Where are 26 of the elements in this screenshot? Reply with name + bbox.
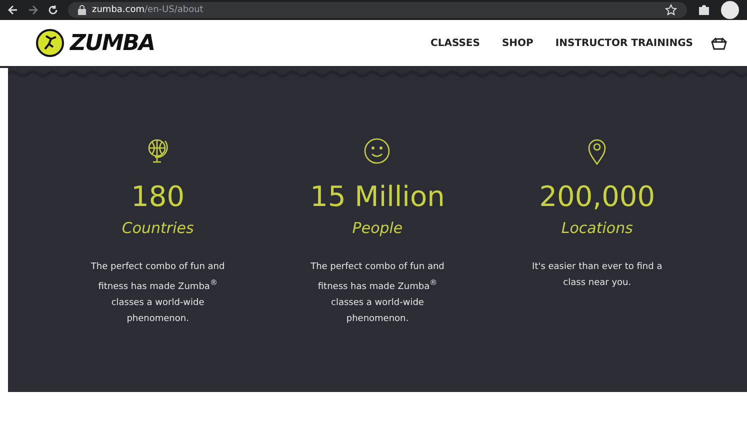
forward-arrow-icon[interactable] [28,5,38,15]
stat-label: Countries [122,219,194,237]
nav-link[interactable]: SHOP [502,38,534,48]
stat-description: It's easier than ever to find a class near you. [531,261,664,290]
reload-icon[interactable] [48,5,58,15]
stat-value: 180 [131,180,185,213]
stat-label: Locations [561,219,633,237]
nav-link[interactable]: CLASSES [430,38,480,48]
lock-icon [78,5,86,15]
stat-description: The perfect combo of fun and fitness has made Zumba$^{®}$ classes a world-wide phenomenon. [90,261,226,326]
stat-description: The perfect combo of fun and fitness has made Zumba$^{®}$ classes a world-wide phenomenon. [310,261,446,326]
back-arrow-icon[interactable] [8,5,18,15]
url-host: zumba.com [92,5,145,15]
stat-value: 15 Million [310,180,445,213]
address-bar[interactable]: zumba.com/en-US/about [68,2,687,18]
puzzle-icon[interactable] [697,3,711,17]
star-icon[interactable] [665,4,677,16]
profile-avatar[interactable] [721,1,739,19]
stat-label: People [352,219,403,237]
stat-value: 200,000 [539,180,656,213]
logo-icon[interactable] [36,29,64,57]
url-path: /en-US/about [144,5,204,15]
nav-link[interactable]: INSTRUCTOR TRAININGS [555,38,693,48]
logo[interactable]: ZUMBA [70,30,155,56]
smiley-icon [362,136,392,166]
bag-icon[interactable] [711,36,727,50]
